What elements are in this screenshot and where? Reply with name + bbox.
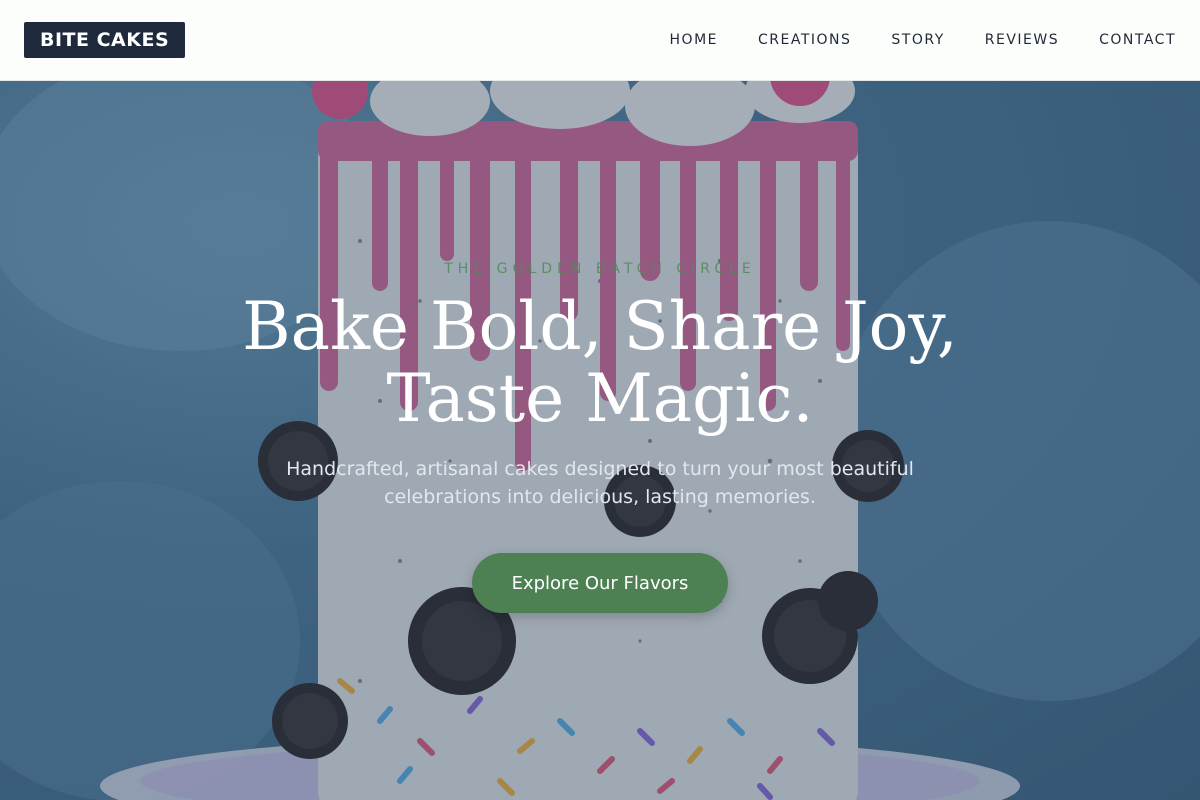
nav-creations-link[interactable]: CREATIONS <box>758 32 851 48</box>
hero-subtext-line-1: Handcrafted, artisanal cakes designed to… <box>286 458 914 480</box>
hero-subtext-line-2: celebrations into delicious, lasting mem… <box>384 486 816 508</box>
hero-headline: Bake Bold, Share Joy, Taste Magic. <box>220 291 980 435</box>
hero-eyebrow: THE GOLDEN BATCH CIRCLE <box>444 261 756 277</box>
explore-flavors-button[interactable]: Explore Our Flavors <box>472 553 728 613</box>
nav-story-link[interactable]: STORY <box>891 32 944 48</box>
nav-contact-link[interactable]: CONTACT <box>1099 32 1176 48</box>
hero-headline-line-1: Bake Bold, Share Joy, <box>242 288 958 365</box>
main-nav: HOME CREATIONS STORY REVIEWS CONTACT <box>630 32 1176 48</box>
brand-logo[interactable]: BITE CAKES <box>24 22 186 58</box>
hero-subtext: Handcrafted, artisanal cakes designed to… <box>250 455 950 511</box>
site-header: BITE CAKES HOME CREATIONS STORY REVIEWS … <box>0 0 1200 81</box>
hero-content: THE GOLDEN BATCH CIRCLE Bake Bold, Share… <box>0 81 1200 800</box>
hero-section: THE GOLDEN BATCH CIRCLE Bake Bold, Share… <box>0 81 1200 800</box>
hero-headline-line-2: Taste Magic. <box>386 360 814 437</box>
nav-home-link[interactable]: HOME <box>670 32 718 48</box>
nav-reviews-link[interactable]: REVIEWS <box>985 32 1059 48</box>
